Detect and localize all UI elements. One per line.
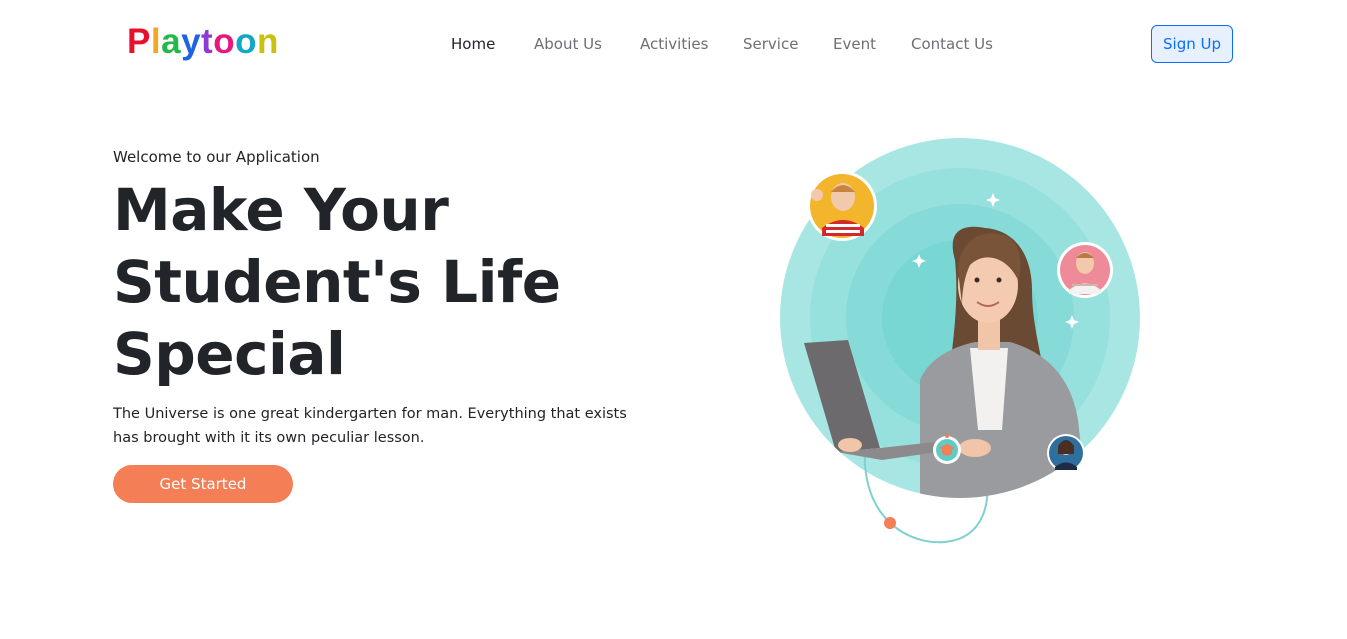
headline-line: Special [113, 320, 346, 388]
nav-home[interactable]: Home [451, 33, 534, 55]
orbit-dot [884, 517, 896, 529]
main-nav: Home About Us Activities Service Event C… [451, 33, 993, 55]
nav-service[interactable]: Service [743, 33, 833, 55]
logo-letter: o [235, 22, 257, 61]
welcome-text: Welcome to our Application [113, 148, 320, 166]
logo-letter: n [256, 22, 279, 61]
sign-up-button[interactable]: Sign Up [1151, 25, 1233, 63]
headline-line: Make Your [113, 176, 449, 244]
landing-page: Playtoon Home About Us Activities Servic… [0, 0, 1347, 639]
logo-letter: t [201, 22, 214, 61]
child-avatar-pink-icon [1057, 242, 1113, 298]
logo-letter: a [161, 22, 182, 61]
nav-about-us[interactable]: About Us [534, 33, 640, 55]
logo-letter: o [213, 22, 236, 61]
hero-tagline: The Universe is one great kindergarten f… [113, 406, 627, 446]
logo-letter: y [181, 22, 202, 61]
logo-letter: P [127, 22, 151, 61]
child-avatar-blue-icon [1047, 434, 1085, 472]
nav-contact-us[interactable]: Contact Us [911, 33, 993, 55]
child-avatar-yellow-icon [807, 171, 877, 241]
nav-event[interactable]: Event [833, 33, 911, 55]
hero-headline: Make Your Student's Life Special [113, 174, 573, 390]
nav-activities[interactable]: Activities [640, 33, 743, 55]
logo-letter: l [150, 22, 162, 61]
navbar: Playtoon Home About Us Activities Servic… [0, 0, 1347, 88]
get-started-button[interactable]: Get Started [113, 465, 293, 503]
brand-logo[interactable]: Playtoon [127, 20, 279, 64]
headline-line: Student's Life [113, 248, 561, 316]
hero-illustration [770, 130, 1160, 560]
